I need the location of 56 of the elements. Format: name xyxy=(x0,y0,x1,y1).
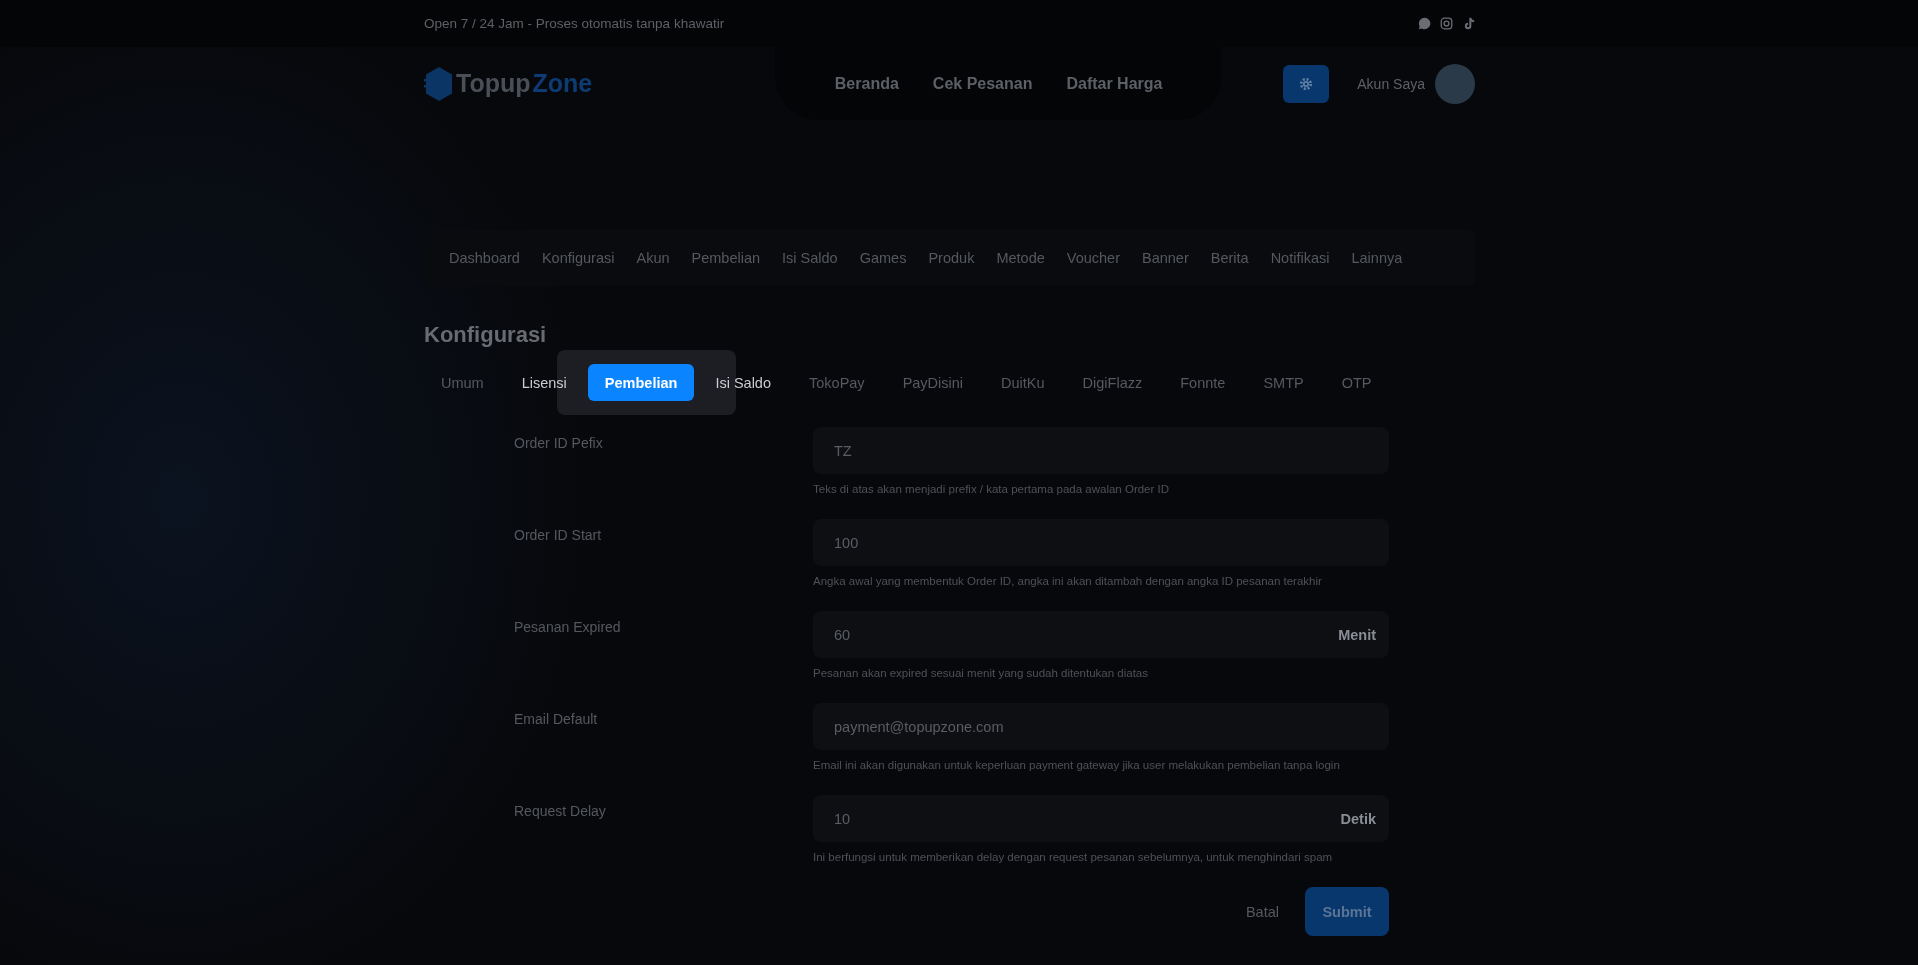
tab[interactable]: OTP xyxy=(1324,364,1389,401)
help-text: Pesanan akan expired sesuai menit yang sudah ditentukan diatas xyxy=(813,667,1149,681)
tab[interactable]: Umum xyxy=(424,364,501,401)
input-field[interactable]: 100 xyxy=(813,519,1389,566)
submit-button[interactable]: Submit xyxy=(1305,887,1389,936)
settings-button[interactable] xyxy=(1283,64,1330,103)
input-field[interactable]: 10 Detik xyxy=(813,795,1389,842)
admin-menu-item[interactable]: Berita xyxy=(1210,250,1249,266)
help-text: Angka awal yang membentuk Order ID, angka ini akan ditambah dengan angka ID pesanan terakhir xyxy=(813,575,1323,589)
tab[interactable]: Isi Saldo xyxy=(698,364,788,401)
field-label: Request Delay xyxy=(514,802,607,821)
admin-menu-item[interactable]: Notifikasi xyxy=(1270,250,1330,266)
admin-menu-item[interactable]: Isi Saldo xyxy=(782,250,838,266)
nav-link[interactable]: Daftar Harga xyxy=(1066,74,1163,93)
admin-menu-item[interactable]: Konfigurasi xyxy=(541,250,615,266)
admin-menu-item[interactable]: Metode xyxy=(996,250,1045,266)
admin-menu-item[interactable]: Voucher xyxy=(1066,250,1120,266)
settings-icon xyxy=(1299,76,1314,91)
tab[interactable]: SMTP xyxy=(1246,364,1321,401)
tagline-text: Open 7 / 24 Jam - Proses otomatis tanpa khawatir xyxy=(424,16,725,31)
admin-menu-item[interactable]: Akun xyxy=(636,250,670,266)
tab[interactable]: DuitKu xyxy=(984,364,1062,401)
input-field[interactable]: payment@topupzone.com xyxy=(813,703,1389,750)
tab[interactable]: PayDisini xyxy=(885,364,981,401)
tab[interactable]: Pembelian xyxy=(587,364,695,401)
unit-label: Detik xyxy=(1340,810,1376,827)
tab[interactable]: Lisensi xyxy=(504,364,584,401)
field-label: Pesanan Expired xyxy=(514,618,622,637)
music-note-icon[interactable] xyxy=(1462,17,1475,30)
chat-bubble-icon[interactable] xyxy=(1418,17,1431,30)
camera-icon[interactable] xyxy=(1440,17,1453,30)
cancel-button[interactable]: Batal xyxy=(1239,902,1285,921)
field-label: Order ID Start xyxy=(514,526,603,545)
admin-menu-item[interactable]: Banner xyxy=(1142,250,1189,266)
admin-menu-item[interactable]: Games xyxy=(859,250,907,266)
admin-menu-item[interactable]: Pembelian xyxy=(691,250,761,266)
admin-menu-item[interactable]: Lainnya xyxy=(1351,250,1403,266)
unit-label: Menit xyxy=(1338,626,1376,643)
account-link[interactable]: Akun Saya xyxy=(1357,75,1425,92)
admin-menu-item[interactable]: Dashboard xyxy=(449,250,520,266)
field-label: Order ID Pefix xyxy=(514,434,604,453)
nav-link[interactable]: Beranda xyxy=(834,74,899,93)
site-logo[interactable]: TopupZone xyxy=(424,65,624,102)
page-title: Konfigurasi xyxy=(424,322,548,348)
hexagon-logo-icon xyxy=(424,65,454,102)
input-field[interactable]: TZ xyxy=(813,427,1389,474)
tab[interactable]: Fonnte xyxy=(1163,364,1243,401)
tab[interactable]: DigiFlazz xyxy=(1065,364,1160,401)
help-text: Email ini akan digunakan untuk keperluan payment gateway jika user melakukan pembelian tanpa login xyxy=(813,759,1341,773)
admin-menu-item[interactable]: Produk xyxy=(928,250,975,266)
nav-link[interactable]: Cek Pesanan xyxy=(932,74,1033,93)
help-text: Teks di atas akan menjadi prefix / kata pertama pada awalan Order ID xyxy=(813,483,1171,497)
help-text: Ini berfungsi untuk memberikan delay dengan request pesanan sebelumnya, untuk menghindari spam xyxy=(813,851,1334,865)
field-label: Email Default xyxy=(514,710,599,729)
input-field[interactable]: 60 Menit xyxy=(813,611,1389,658)
tab[interactable]: TokoPay xyxy=(792,364,882,401)
